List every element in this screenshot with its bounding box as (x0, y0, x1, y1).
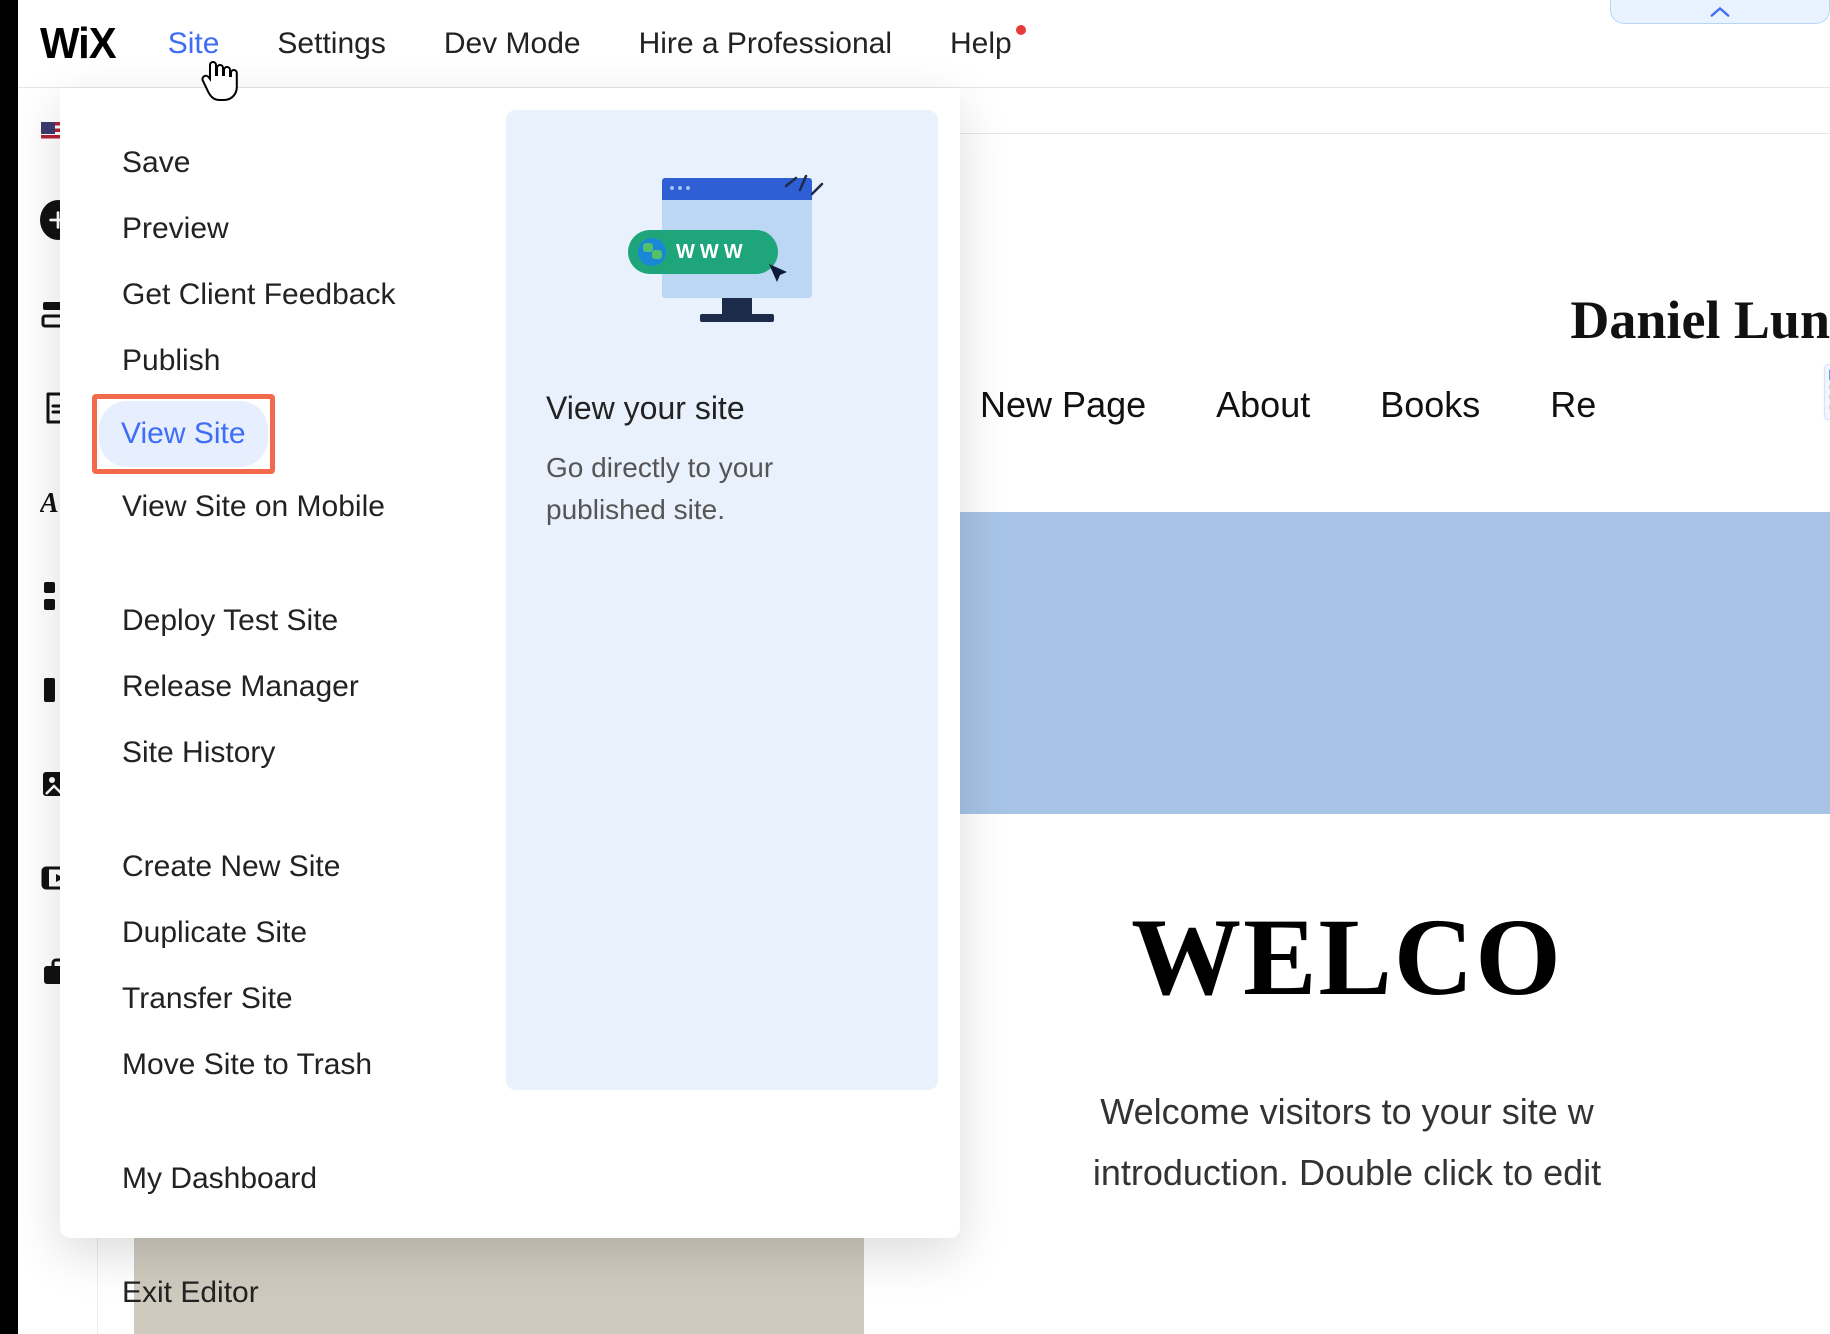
site-menu-preview: WWW View your site Go directly to your p… (500, 88, 960, 1238)
cursor-arrow-icon (766, 262, 792, 293)
site-menu-list: Save Preview Get Client Feedback Publish… (60, 88, 500, 1238)
site-menu-dropdown: Save Preview Get Client Feedback Publish… (60, 88, 960, 1238)
menu-item-feedback[interactable]: Get Client Feedback (100, 262, 460, 328)
menu-item-transfer[interactable]: Transfer Site (100, 966, 460, 1032)
welcome-body[interactable]: Welcome visitors to your site w introduc… (864, 1081, 1830, 1203)
menu-item-duplicate[interactable]: Duplicate Site (100, 900, 460, 966)
menu-site[interactable]: Site (168, 27, 220, 61)
welcome-card[interactable]: WELCO Welcome visitors to your site w in… (864, 814, 1830, 1334)
menu-item-view-mobile[interactable]: View Site on Mobile (100, 474, 460, 540)
menu-hire[interactable]: Hire a Professional (639, 27, 892, 61)
menu-item-release[interactable]: Release Manager (100, 654, 460, 720)
menu-item-deploy[interactable]: Deploy Test Site (100, 588, 460, 654)
menu-item-trash[interactable]: Move Site to Trash (100, 1032, 460, 1098)
wix-logo[interactable]: WiX (40, 19, 116, 69)
nav-books[interactable]: Books (1380, 384, 1480, 426)
nav-about[interactable]: About (1216, 384, 1310, 426)
globe-icon (638, 238, 666, 266)
preview-card: WWW View your site Go directly to your p… (506, 110, 938, 1090)
view-site-illustration: WWW (622, 170, 822, 330)
top-bar: WiX Site Settings Dev Mode Hire a Profes… (18, 0, 1830, 88)
preview-description: Go directly to your published site. (546, 447, 826, 531)
welcome-line-2: introduction. Double click to edit (864, 1142, 1830, 1203)
www-label: WWW (676, 241, 748, 264)
nav-new-page[interactable]: New Page (980, 384, 1146, 426)
menu-item-save[interactable]: Save (100, 130, 460, 196)
svg-text:A: A (40, 488, 59, 519)
site-title[interactable]: Daniel Lun (1570, 289, 1830, 351)
chevron-up-icon (1709, 5, 1731, 19)
menu-item-history[interactable]: Site History (100, 720, 460, 786)
menu-item-view-site[interactable]: View Site (99, 401, 268, 467)
welcome-title[interactable]: WELCO (864, 894, 1830, 1021)
collapse-top-panel[interactable] (1610, 0, 1830, 24)
menu-help-label: Help (950, 27, 1012, 60)
menu-item-dashboard[interactable]: My Dashboard (100, 1146, 460, 1212)
help-notification-dot (1016, 25, 1026, 35)
highlight-view-site: View Site (92, 394, 275, 474)
page-thumbnail[interactable] (1824, 364, 1830, 420)
menu-item-preview[interactable]: Preview (100, 196, 460, 262)
menu-settings[interactable]: Settings (277, 27, 385, 61)
nav-re[interactable]: Re (1550, 384, 1596, 426)
menu-dev-mode[interactable]: Dev Mode (444, 27, 581, 61)
preview-title: View your site (546, 390, 898, 427)
menu-item-exit[interactable]: Exit Editor (100, 1260, 460, 1326)
welcome-line-1: Welcome visitors to your site w (864, 1081, 1830, 1142)
menu-item-publish[interactable]: Publish (100, 328, 460, 394)
menu-help[interactable]: Help (950, 27, 1012, 61)
menu-item-create[interactable]: Create New Site (100, 834, 460, 900)
left-border (0, 0, 18, 1334)
top-menu: Site Settings Dev Mode Hire a Profession… (168, 27, 1012, 61)
